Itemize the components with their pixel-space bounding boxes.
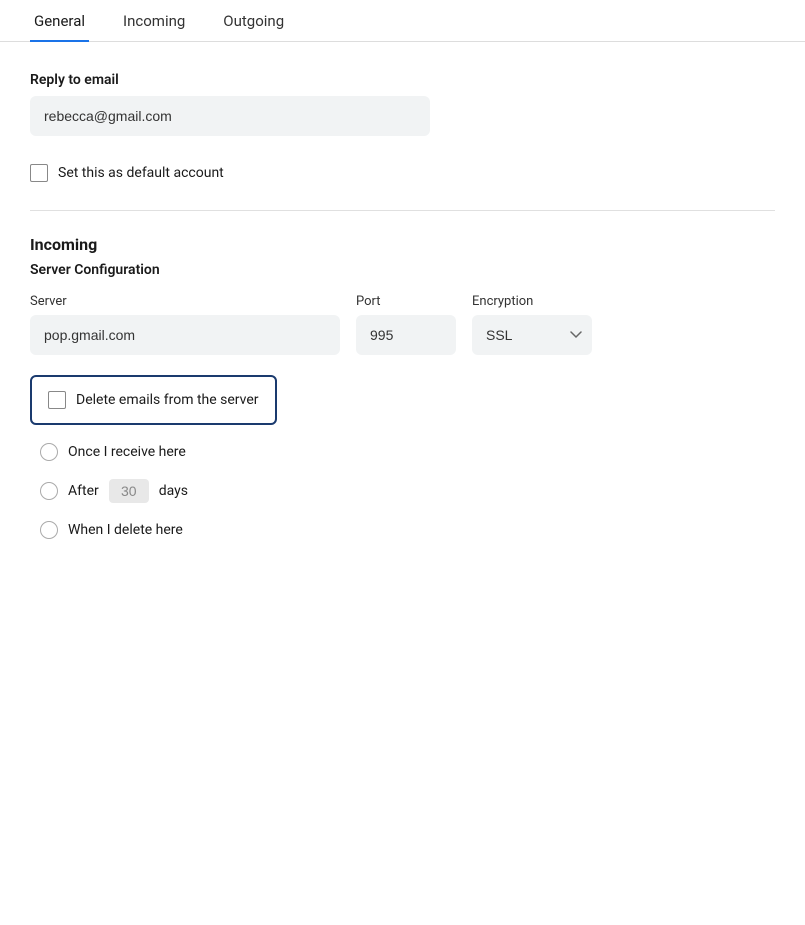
radio-when-delete[interactable]: When I delete here xyxy=(40,521,775,539)
default-account-row[interactable]: Set this as default account xyxy=(30,164,775,182)
encryption-select[interactable]: SSL TLS None xyxy=(472,315,592,355)
radio-once-receive-circle[interactable] xyxy=(40,443,58,461)
radio-once-receive-label: Once I receive here xyxy=(68,444,186,460)
delete-radio-options: Once I receive here After days When I de… xyxy=(40,443,775,539)
server-col-label: Server xyxy=(30,294,340,309)
default-account-label: Set this as default account xyxy=(58,165,224,181)
encryption-col-label: Encryption xyxy=(472,294,592,309)
server-input[interactable] xyxy=(30,315,340,355)
port-col-label: Port xyxy=(356,294,456,309)
port-col: Port xyxy=(356,294,456,355)
encryption-col: Encryption SSL TLS None xyxy=(472,294,592,355)
radio-after-label-after: days xyxy=(159,483,188,499)
radio-once-receive[interactable]: Once I receive here xyxy=(40,443,775,461)
server-col: Server xyxy=(30,294,340,355)
tab-general[interactable]: General xyxy=(30,0,89,42)
radio-after-days-circle[interactable] xyxy=(40,482,58,500)
tab-bar: General Incoming Outgoing xyxy=(0,0,805,42)
radio-when-delete-circle[interactable] xyxy=(40,521,58,539)
tab-incoming[interactable]: Incoming xyxy=(119,0,189,42)
divider xyxy=(30,210,775,211)
incoming-section-title: Incoming xyxy=(30,235,775,254)
reply-to-email-group: Reply to email xyxy=(30,72,775,136)
radio-after-days[interactable]: After days xyxy=(40,479,775,503)
reply-to-email-input[interactable] xyxy=(30,96,430,136)
main-content: Reply to email Set this as default accou… xyxy=(0,42,805,569)
delete-emails-label: Delete emails from the server xyxy=(76,392,259,408)
radio-after-label-before: After xyxy=(68,483,99,499)
default-account-checkbox[interactable] xyxy=(30,164,48,182)
server-config-grid: Server Port Encryption SSL TLS None xyxy=(30,294,775,355)
tab-outgoing[interactable]: Outgoing xyxy=(219,0,288,42)
days-input[interactable] xyxy=(109,479,149,503)
radio-when-delete-label: When I delete here xyxy=(68,522,183,538)
delete-emails-row[interactable]: Delete emails from the server xyxy=(30,375,277,425)
reply-to-email-label: Reply to email xyxy=(30,72,775,88)
port-input[interactable] xyxy=(356,315,456,355)
server-config-title: Server Configuration xyxy=(30,262,775,278)
delete-emails-checkbox[interactable] xyxy=(48,391,66,409)
